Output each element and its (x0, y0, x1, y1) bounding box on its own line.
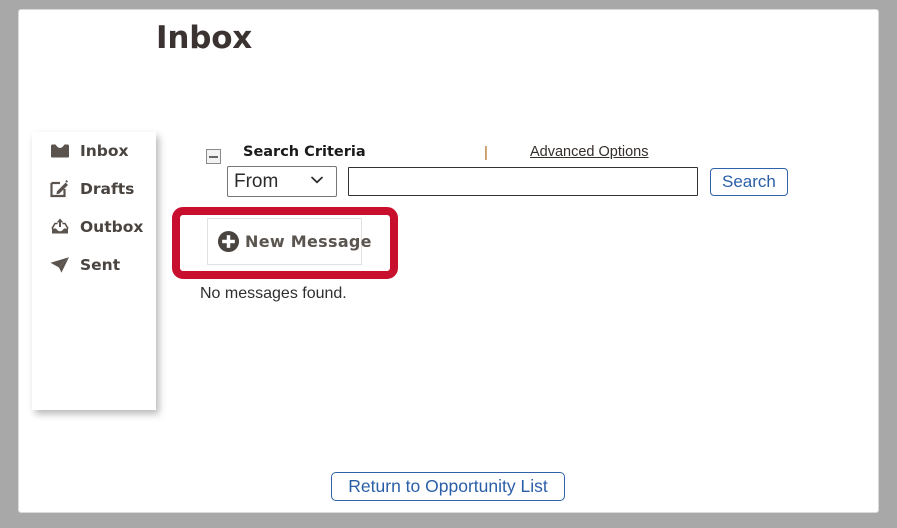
advanced-options-link[interactable]: Advanced Options (530, 144, 649, 160)
screenshot-viewport: Inbox Inbox Drafts Outbox Sent Search Cr… (0, 0, 897, 528)
search-button[interactable]: Search (710, 168, 788, 196)
sidebar-item-label: Sent (80, 256, 121, 274)
search-input[interactable] (348, 167, 698, 196)
return-to-opportunity-list-button[interactable]: Return to Opportunity List (331, 472, 565, 501)
sidebar-item-outbox[interactable]: Outbox (32, 208, 156, 246)
page-title: Inbox (156, 20, 253, 56)
minus-square-icon[interactable] (206, 149, 221, 164)
plus-circle-icon (217, 230, 240, 253)
new-message-label: New Message (245, 232, 372, 251)
sidebar-item-label: Inbox (80, 142, 129, 160)
sidebar-item-sent[interactable]: Sent (32, 246, 156, 284)
search-field-select[interactable]: From (227, 166, 337, 197)
page-container: Inbox Inbox Drafts Outbox Sent Search Cr… (18, 9, 879, 513)
sidebar-navigation: Inbox Drafts Outbox Sent (32, 132, 156, 410)
search-criteria-label: Search Criteria (243, 144, 366, 160)
criteria-separator: | (484, 144, 488, 161)
new-message-button[interactable]: New Message (207, 218, 372, 265)
sidebar-item-inbox[interactable]: Inbox (32, 132, 156, 170)
empty-state-text: No messages found. (200, 285, 347, 302)
paper-plane-icon (49, 254, 73, 276)
sidebar-item-label: Drafts (80, 180, 135, 198)
outbox-upload-icon (49, 216, 73, 238)
minus-glyph (209, 156, 218, 158)
pencil-square-icon (49, 178, 73, 200)
sidebar-item-drafts[interactable]: Drafts (32, 170, 156, 208)
sidebar-item-label: Outbox (80, 218, 144, 236)
inbox-tray-icon (49, 140, 73, 162)
